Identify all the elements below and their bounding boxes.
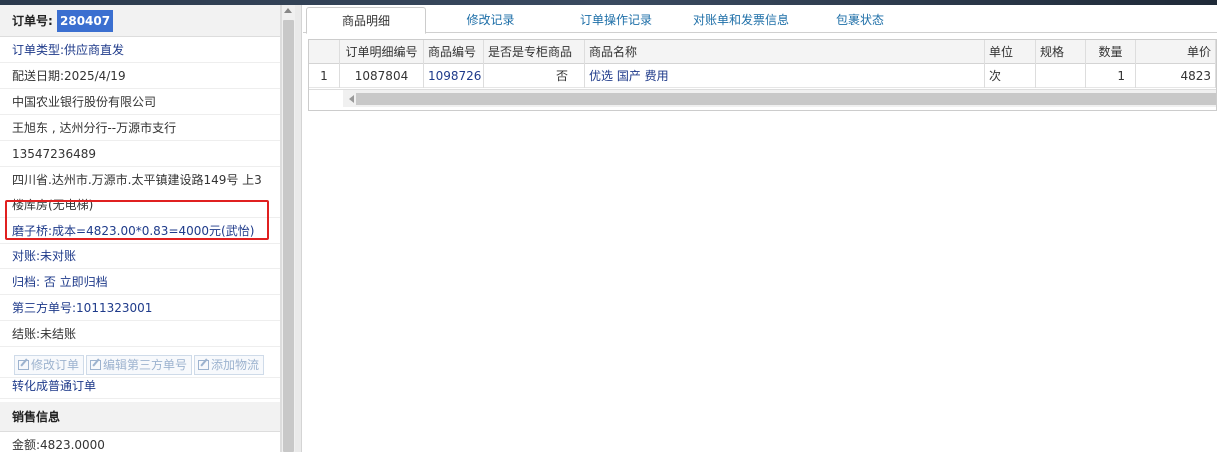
edit-icon [90,360,102,370]
tab-edit-history[interactable]: 修改记录 [438,7,543,33]
edit-icon [18,360,29,370]
add-logistics-label: 添加物流 [211,358,260,372]
add-logistics-button[interactable]: 添加物流 [194,355,265,375]
product-name-link[interactable]: 优选 国产 费用 [585,64,985,88]
detail-number-cell: 1087804 [340,64,424,88]
edit-third-party-label: 编辑第三方单号 [103,358,188,372]
highlight-box [5,200,269,240]
edit-icon [198,360,210,370]
edit-order-label: 修改订单 [31,358,80,372]
order-number-label: 订单号: [12,14,53,28]
header-cell[interactable]: 订单明细编号 [340,40,424,64]
panel-splitter[interactable] [295,5,302,452]
company-row: 中国农业银行股份有限公司 [0,89,280,115]
address-row: 四川省.达州市.万源市.太平镇建设路149号 上3 [12,173,262,187]
edit-third-party-number-button[interactable]: 编辑第三方单号 [86,355,193,375]
order-number-value[interactable]: 280407 [57,10,114,32]
amount-row: 金额:4823.0000 [0,432,280,452]
tab-statement-invoice[interactable]: 对账单和发票信息 [681,7,801,33]
product-grid: 订单明细编号 商品编号 是否是专柜商品 商品名称 单位 规格 数量 单价 1 1… [308,39,1217,111]
scrollbar-spacer [309,90,343,108]
sales-info-header: 销售信息 [0,402,280,432]
horizontal-scrollbar-thumb[interactable] [356,93,1216,105]
tab-product-details[interactable]: 商品明细 [306,7,426,34]
detail-panel: 商品明细 修改记录 订单操作记录 对账单和发票信息 包裹状态 订单明细编号 商品… [303,5,1217,452]
unit-cell: 次 [985,64,1036,88]
settlement-status-row: 结账:未结账 [0,321,280,347]
spec-cell [1036,64,1086,88]
header-cell[interactable]: 商品名称 [585,40,985,64]
product-number-link[interactable]: 1098726 [424,64,484,88]
horizontal-scrollbar[interactable] [309,89,1216,108]
scroll-left-icon[interactable] [349,95,354,103]
header-cell [309,40,340,64]
scroll-up-icon[interactable] [284,8,292,13]
unit-price-cell: 4823 [1136,64,1216,88]
table-row[interactable]: 1 1087804 1098726 否 优选 国产 费用 次 1 4823 [309,64,1216,88]
counter-product-cell: 否 [484,64,585,88]
archive-status-row[interactable]: 归档: 否 立即归档 [0,269,280,295]
third-party-number-row: 第三方单号:1011323001 [0,295,280,321]
header-cell[interactable]: 规格 [1036,40,1086,64]
quantity-cell: 1 [1086,64,1136,88]
edit-order-button[interactable]: 修改订单 [14,355,85,375]
header-cell[interactable]: 商品编号 [424,40,484,64]
order-type-row: 订单类型:供应商直发 [0,37,280,63]
header-cell[interactable]: 单价 [1136,40,1216,64]
contact-row: 王旭东 , 达州分行--万源市支行 [0,115,280,141]
tab-bar: 商品明细 修改记录 订单操作记录 对账单和发票信息 包裹状态 [303,5,1217,34]
header-cell[interactable]: 单位 [985,40,1036,64]
header-cell[interactable]: 是否是专柜商品 [484,40,585,64]
convert-to-normal-order-link[interactable]: 转化成普通订单 [0,373,280,399]
row-number: 1 [309,64,340,88]
tab-order-operations[interactable]: 订单操作记录 [561,7,671,33]
delivery-date-row: 配送日期:2025/4/19 [0,63,280,89]
header-cell[interactable]: 数量 [1086,40,1136,64]
order-number-row: 订单号: 280407 [0,5,280,37]
left-scrollbar-thumb[interactable] [283,20,294,452]
grid-header: 订单明细编号 商品编号 是否是专柜商品 商品名称 单位 规格 数量 单价 [309,40,1216,64]
tab-package-status[interactable]: 包裹状态 [815,7,905,33]
reconcile-status-row: 对账:未对账 [0,243,280,269]
phone-row: 13547236489 [0,141,280,167]
